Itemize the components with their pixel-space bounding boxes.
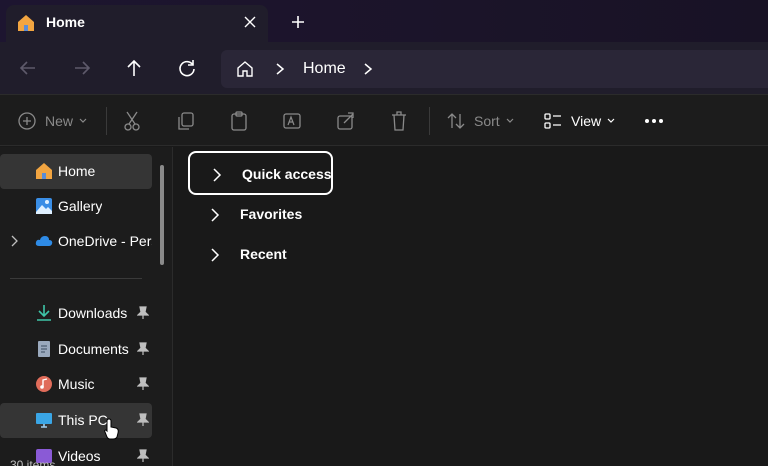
pin-icon[interactable]	[137, 306, 149, 320]
sidebar-item-label: Downloads	[58, 305, 128, 321]
new-label: New	[45, 113, 74, 129]
home-icon	[36, 163, 52, 179]
back-icon[interactable]	[17, 57, 39, 79]
sidebar-item-label: This PC	[58, 412, 108, 428]
group-recent[interactable]: Recent	[188, 233, 333, 277]
forward-icon[interactable]	[71, 57, 93, 79]
main-content: Quick access Favorites Recent	[174, 147, 768, 466]
chevron-right-icon[interactable]	[10, 235, 20, 247]
chevron-down-icon	[506, 118, 514, 123]
delete-icon[interactable]	[389, 110, 409, 132]
cut-icon[interactable]	[122, 110, 142, 132]
sidebar-item-label: Music	[58, 376, 95, 392]
pin-icon[interactable]	[137, 342, 149, 356]
home-outline-icon[interactable]	[235, 59, 255, 79]
title-bar: Home	[0, 0, 768, 42]
sidebar-item-home[interactable]: Home	[0, 154, 152, 189]
view-label: View	[571, 113, 602, 129]
music-icon	[36, 376, 52, 392]
plus-circle-icon	[18, 112, 36, 130]
separator	[106, 107, 107, 135]
pin-icon[interactable]	[137, 377, 149, 391]
downloads-icon	[37, 305, 51, 321]
breadcrumb-home[interactable]: Home	[303, 60, 346, 78]
sidebar-item-onedrive[interactable]: OneDrive - Perso	[0, 224, 152, 259]
onedrive-icon	[35, 236, 53, 246]
chevron-right-icon[interactable]	[210, 248, 220, 262]
navigation-bar: Home	[0, 42, 768, 94]
copy-icon[interactable]	[176, 110, 196, 132]
sidebar-item-documents[interactable]: Documents	[0, 332, 152, 367]
sidebar-item-gallery[interactable]: Gallery	[0, 189, 152, 224]
chevron-right-icon[interactable]	[362, 62, 374, 76]
new-tab-icon[interactable]	[290, 14, 306, 30]
chevron-right-icon[interactable]	[210, 208, 220, 222]
paste-icon[interactable]	[229, 110, 249, 132]
documents-icon	[38, 341, 50, 357]
sort-icon	[447, 113, 465, 129]
sidebar-item-label: Documents	[58, 341, 129, 357]
sort-button[interactable]: Sort	[446, 110, 514, 132]
close-icon[interactable]	[242, 14, 258, 30]
share-icon[interactable]	[336, 110, 356, 132]
sidebar-item-label: Home	[58, 163, 96, 179]
group-label: Recent	[240, 246, 287, 262]
pin-icon[interactable]	[137, 449, 149, 463]
hand-cursor-icon	[104, 418, 119, 440]
chevron-down-icon	[607, 118, 615, 123]
refresh-icon[interactable]	[176, 57, 198, 79]
group-label: Favorites	[240, 206, 303, 222]
group-label: Quick access	[242, 166, 332, 182]
group-quick-access[interactable]: Quick access	[188, 151, 333, 195]
new-button[interactable]: New	[17, 110, 87, 132]
sidebar-item-label: Gallery	[58, 198, 103, 214]
navigation-pane: Home Gallery OneDrive - Perso Downloads	[0, 147, 173, 466]
divider	[10, 278, 142, 279]
address-bar[interactable]: Home	[221, 50, 768, 88]
sidebar-item-label: OneDrive - Perso	[58, 233, 152, 249]
pin-icon[interactable]	[137, 413, 149, 427]
sidebar-scrollbar[interactable]	[160, 165, 164, 265]
sidebar-item-music[interactable]: Music	[0, 367, 152, 402]
tab-title: Home	[46, 14, 85, 30]
status-text: 30 items	[10, 458, 56, 466]
sidebar-item-downloads[interactable]: Downloads	[0, 296, 152, 331]
view-button[interactable]: View	[543, 110, 615, 132]
chevron-right-icon[interactable]	[274, 62, 286, 76]
view-list-icon	[544, 113, 561, 129]
rename-icon[interactable]	[282, 110, 302, 132]
command-bar: New Sort View	[0, 94, 768, 146]
more-options-icon[interactable]	[643, 110, 665, 132]
chevron-down-icon	[79, 118, 87, 123]
home-icon	[18, 15, 34, 31]
sort-label: Sort	[474, 113, 500, 129]
gallery-icon	[36, 198, 52, 214]
tab-home[interactable]: Home	[6, 5, 268, 42]
this-pc-icon	[36, 413, 52, 428]
sidebar-item-label: Videos	[58, 448, 101, 464]
group-favorites[interactable]: Favorites	[188, 193, 333, 237]
up-icon[interactable]	[123, 57, 145, 79]
chevron-right-icon[interactable]	[212, 168, 222, 182]
separator	[429, 107, 430, 135]
sidebar-item-this-pc[interactable]: This PC	[0, 403, 152, 438]
